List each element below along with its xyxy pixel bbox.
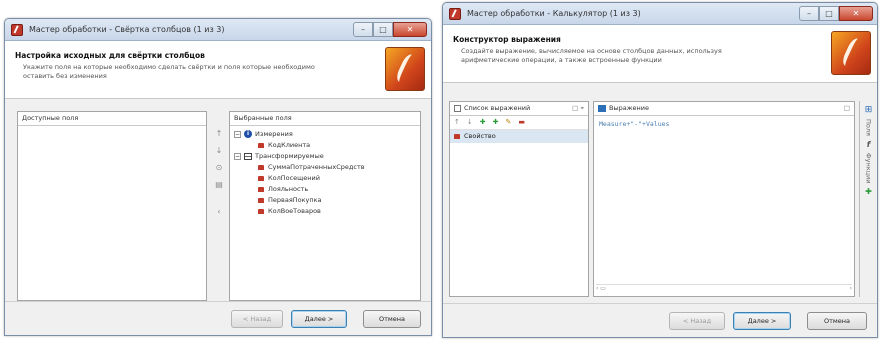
expression-icon — [598, 104, 606, 112]
minimize-button[interactable]: – — [799, 6, 819, 21]
target-icon[interactable]: ⊙ — [216, 163, 223, 173]
field-icon — [258, 142, 264, 148]
side-tab-strip: ⊞ Поля f Функции ✚ — [859, 101, 877, 297]
selected-fields-tree: − i Измерения КодКлиента − Трансформируемые… — [230, 126, 420, 220]
list-icon[interactable]: ▤ — [215, 180, 223, 190]
header-description: Укажите поля на которые необходимо сдела… — [23, 63, 315, 80]
move-down-icon[interactable]: ↓ — [216, 146, 223, 156]
close-button[interactable]: ✕ — [393, 22, 427, 37]
wizard-footer: < Назад Далее > Отмена — [443, 303, 877, 337]
info-icon: i — [244, 130, 252, 138]
delete-icon[interactable]: ▬ — [518, 118, 525, 127]
horizontal-scrollbar[interactable]: ‹ ▭ › — [596, 284, 852, 294]
close-button[interactable]: ✕ — [839, 6, 873, 21]
back-button[interactable]: < Назад — [669, 312, 725, 330]
wizard-header: Настройка исходных для свёртки столбцов … — [5, 41, 431, 99]
wizard-footer: < Назад Далее > Отмена — [5, 301, 431, 335]
expressions-toolbar: ↑ ↓ ✚ ✚ ✎ ▬ — [450, 116, 588, 130]
expression-label: Выражение □ — [594, 102, 854, 116]
collapse-icon[interactable]: − — [234, 130, 241, 138]
fields-icon: ⊞ — [864, 105, 873, 115]
tab-fields[interactable]: Поля — [865, 115, 873, 140]
window-title: Мастер обработки - Калькулятор (1 из 3) — [467, 9, 641, 18]
available-fields-label: Доступные поля — [18, 112, 206, 126]
pin-icon[interactable]: □ — [844, 104, 850, 112]
available-fields-panel[interactable]: Доступные поля — [17, 111, 207, 301]
tree-item[interactable]: КолПосещений — [234, 173, 416, 184]
field-icon — [258, 208, 264, 214]
function-icon: f — [866, 139, 871, 149]
expression-editor[interactable]: Measure+"-"+Values — [594, 116, 854, 132]
window-title: Мастер обработки - Свёртка столбцов (1 и… — [29, 25, 225, 34]
cancel-button[interactable]: Отмена — [363, 310, 421, 328]
expressions-list-panel: Список выражений □ ⌖ ↑ ↓ ✚ ✚ ✎ ▬ Свойство — [449, 101, 589, 297]
tree-item[interactable]: СуммаПотраченныхСредств — [234, 162, 416, 173]
header-title: Настройка исходных для свёртки столбцов — [15, 51, 205, 60]
field-icon — [454, 133, 460, 139]
tree-item[interactable]: КодКлиента — [234, 140, 416, 151]
list-item[interactable]: Свойство — [450, 130, 588, 143]
pin-icon[interactable]: □ ⌖ — [572, 104, 584, 113]
tree-item[interactable]: Лояльность — [234, 184, 416, 195]
move-up-icon[interactable]: ↑ — [216, 129, 223, 139]
wizard-logo-icon — [385, 47, 425, 91]
selected-fields-panel[interactable]: Выбранные поля − i Измерения КодКлиента − Т… — [229, 111, 421, 301]
field-icon — [258, 164, 264, 170]
list-icon — [454, 104, 461, 112]
move-down-icon[interactable]: ↓ — [467, 118, 473, 127]
cancel-button[interactable]: Отмена — [807, 312, 867, 330]
wizard-logo-icon — [831, 31, 871, 75]
add-icon[interactable]: ✚ — [480, 118, 486, 127]
tree-item[interactable]: ПерваяПокупка — [234, 195, 416, 206]
header-title: Конструктор выражения — [453, 35, 561, 44]
header-description: Создайте выражение, вычисляемое на основ… — [461, 47, 722, 64]
app-icon — [449, 8, 461, 20]
expressions-list-label: Список выражений □ ⌖ — [450, 102, 588, 116]
wizard-window-unpivot: Мастер обработки - Свёртка столбцов (1 и… — [4, 18, 432, 336]
move-up-icon[interactable]: ↑ — [454, 118, 460, 127]
move-tools: ↑ ↓ ⊙ ▤ ‹ — [211, 129, 227, 217]
app-icon — [11, 24, 23, 36]
field-icon — [258, 197, 264, 203]
wizard-header: Конструктор выражения Создайте выражение… — [443, 25, 877, 83]
field-icon — [258, 175, 264, 181]
tree-group-transformed[interactable]: − Трансформируемые — [234, 151, 416, 162]
tree-item[interactable]: КолВоеТоваров — [234, 206, 416, 217]
field-icon — [258, 186, 264, 192]
wizard-window-calculator: Мастер обработки - Калькулятор (1 из 3) … — [442, 2, 878, 338]
next-button[interactable]: Далее > — [291, 310, 347, 328]
title-bar: Мастер обработки - Калькулятор (1 из 3) … — [443, 3, 877, 25]
next-button[interactable]: Далее > — [733, 312, 791, 330]
edit-icon[interactable]: ✎ — [506, 118, 512, 127]
minimize-button[interactable]: – — [353, 22, 373, 37]
move-left-icon[interactable]: ‹ — [217, 207, 220, 217]
title-bar: Мастер обработки - Свёртка столбцов (1 и… — [5, 19, 431, 41]
selected-fields-label: Выбранные поля — [230, 112, 420, 126]
table-icon — [244, 152, 252, 160]
maximize-button[interactable]: □ — [819, 6, 839, 21]
expression-editor-panel: Выражение □ Measure+"-"+Values ‹ ▭ › — [593, 101, 855, 297]
tab-functions[interactable]: Функции — [865, 149, 873, 188]
add-copy-icon[interactable]: ✚ — [493, 118, 499, 127]
back-button[interactable]: < Назад — [231, 310, 283, 328]
collapse-icon[interactable]: − — [234, 152, 241, 160]
plus-icon[interactable]: ✚ — [865, 187, 872, 196]
tree-group-dimensions[interactable]: − i Измерения — [234, 129, 416, 140]
maximize-button[interactable]: □ — [373, 22, 393, 37]
